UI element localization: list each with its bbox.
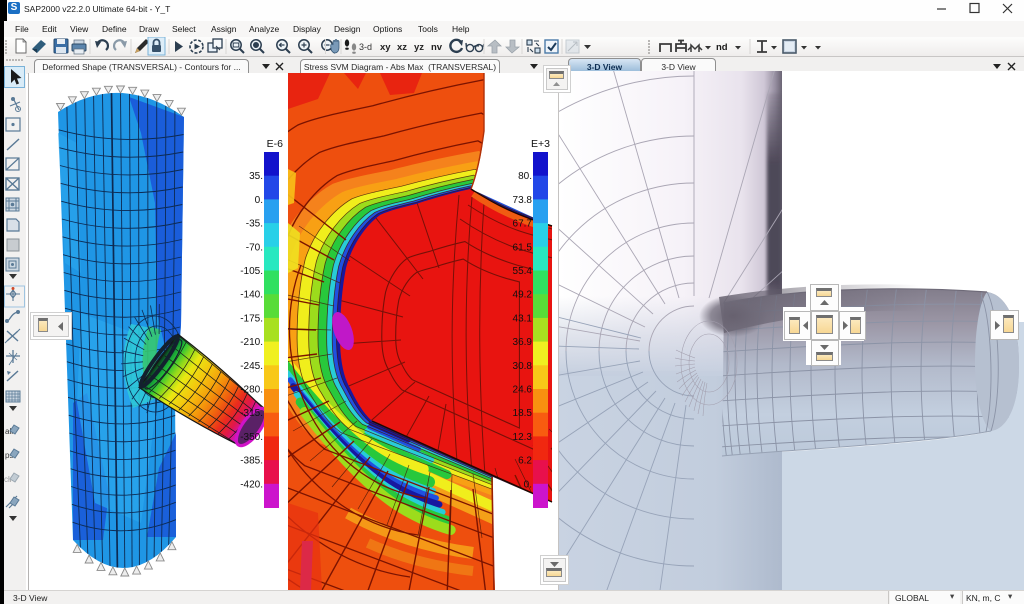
svg-text:yz: yz <box>414 42 424 53</box>
svg-text:-350.: -350. <box>240 432 263 443</box>
svg-text:0.: 0. <box>255 195 263 206</box>
svg-text:-280.: -280. <box>240 385 263 396</box>
svg-text:nd: nd <box>716 42 728 53</box>
svg-text:-385.: -385. <box>240 456 263 467</box>
svg-text:24.6: 24.6 <box>513 385 533 396</box>
svg-text:-70.: -70. <box>246 242 263 253</box>
svg-text:E-6: E-6 <box>267 138 284 150</box>
svg-text:-210.: -210. <box>240 337 263 348</box>
svg-text:18.5: 18.5 <box>513 408 533 419</box>
svg-text:80.: 80. <box>518 171 532 182</box>
svg-text:12.3: 12.3 <box>513 432 533 443</box>
svg-text:6.2: 6.2 <box>518 456 532 467</box>
svg-text:-420.: -420. <box>240 479 263 490</box>
svg-text:-175.: -175. <box>240 313 263 324</box>
svg-text:-315.: -315. <box>240 408 263 419</box>
svg-text:30.8: 30.8 <box>513 361 533 372</box>
svg-text:-35.: -35. <box>246 219 263 230</box>
svg-text:43.1: 43.1 <box>513 313 533 324</box>
svg-text:-245.: -245. <box>240 361 263 372</box>
svg-text:nv: nv <box>431 42 443 53</box>
svg-text:E+3: E+3 <box>531 138 550 150</box>
svg-text:35.: 35. <box>249 171 263 182</box>
svg-text:67.7: 67.7 <box>513 219 533 230</box>
svg-text:3-d: 3-d <box>359 42 372 52</box>
svg-text:36.9: 36.9 <box>513 337 533 348</box>
svg-text:49.2: 49.2 <box>513 290 533 301</box>
svg-text:55.4: 55.4 <box>513 266 533 277</box>
svg-text:-105.: -105. <box>240 266 263 277</box>
svg-text:-140.: -140. <box>240 290 263 301</box>
svg-text:73.8: 73.8 <box>513 195 533 206</box>
svg-text:0.: 0. <box>524 479 532 490</box>
svg-text:xz: xz <box>397 42 407 53</box>
svg-text:61.5: 61.5 <box>513 242 533 253</box>
svg-text:xy: xy <box>380 42 391 53</box>
